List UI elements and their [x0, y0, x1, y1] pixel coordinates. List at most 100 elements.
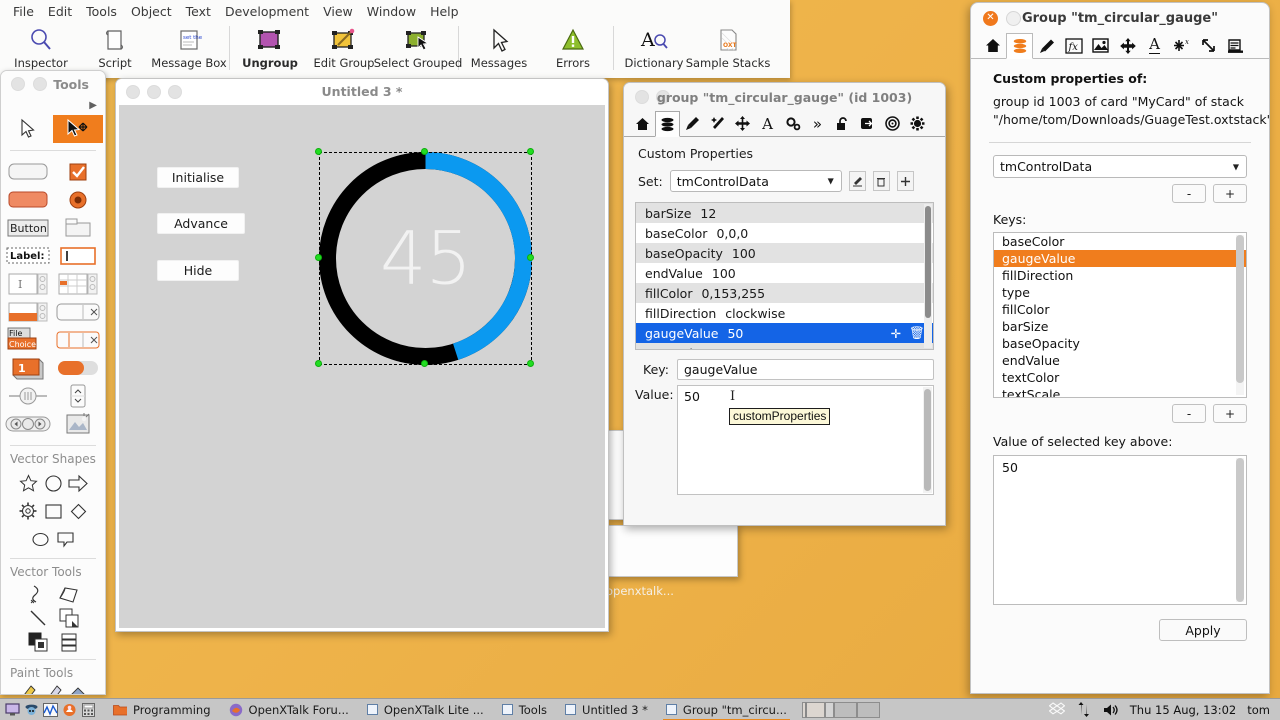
tab-target[interactable] [880, 111, 905, 136]
resize-handle-bottom-center[interactable] [421, 360, 428, 367]
taskbar-user[interactable]: tom [1247, 703, 1270, 717]
key-row-2[interactable]: fillDirection [994, 267, 1246, 284]
property-delete-icon[interactable]: 🗑 [909, 325, 925, 341]
tool-text-entry-field[interactable] [53, 242, 103, 270]
custom-properties-titlebar[interactable]: group "tm_circular_gauge" (id 1003) [624, 83, 945, 111]
tool-speech-shape[interactable] [53, 525, 78, 553]
key-row-8[interactable]: textColor [994, 369, 1246, 386]
workspace-1[interactable] [801, 701, 825, 718]
tool-push-button[interactable] [3, 186, 53, 214]
tool-segmented-control[interactable] [53, 326, 103, 354]
button-hide[interactable]: Hide [157, 260, 239, 281]
key-row-9[interactable]: textScale [994, 386, 1246, 397]
tab-more[interactable]: » [805, 111, 830, 136]
tool-curve[interactable] [22, 582, 53, 606]
workspace-4[interactable] [856, 701, 880, 718]
property-row-1[interactable]: baseColor 0,0,0 [636, 223, 933, 243]
remove-key-button[interactable]: - [1172, 404, 1206, 423]
keys-list-scrollbar[interactable] [1236, 235, 1244, 395]
set-dropdown[interactable]: tmControlData ▼ [669, 170, 842, 192]
value-scroll-thumb[interactable] [924, 389, 931, 491]
background-window-lower[interactable] [608, 525, 738, 577]
monitor-graph-icon[interactable] [42, 702, 58, 718]
toolbar-button-ungroup[interactable]: Ungroup [233, 22, 307, 76]
tool-standard-button[interactable]: Button [3, 214, 53, 242]
tool-browse[interactable] [3, 115, 53, 143]
button-initialise[interactable]: Initialise [157, 167, 239, 188]
taskbar-task-openxtalk-lite[interactable]: OpenXTalk Lite ... [358, 699, 493, 720]
menu-item-text[interactable]: Text [179, 2, 218, 21]
apply-button[interactable]: Apply [1159, 619, 1247, 641]
menu-item-edit[interactable]: Edit [41, 2, 79, 21]
key-row-0[interactable]: baseColor [994, 233, 1246, 250]
tab-effects[interactable] [705, 111, 730, 136]
add-set-button[interactable]: + [1213, 184, 1247, 203]
tool-slider-control[interactable] [3, 382, 53, 410]
tool-diamond-shape[interactable] [66, 497, 91, 525]
inspector-tab-size[interactable] [1195, 33, 1222, 58]
property-row-2[interactable]: baseOpacity 100 [636, 243, 933, 263]
workspace-pager[interactable] [801, 701, 880, 718]
tool-table-field[interactable] [53, 270, 103, 298]
display-icon[interactable] [4, 702, 20, 718]
tool-label-field[interactable]: Label: [3, 242, 53, 270]
tab-behaviours[interactable] [780, 111, 805, 136]
set-add-button[interactable] [896, 171, 914, 191]
toolbar-button-script[interactable]: Script [78, 22, 152, 76]
key-input[interactable]: gaugeValue [677, 359, 934, 380]
tool-layers[interactable] [53, 630, 84, 654]
menu-item-object[interactable]: Object [124, 2, 179, 21]
inspector-value-scroll-thumb[interactable] [1236, 458, 1244, 602]
taskbar-task-tools[interactable]: Tools [493, 699, 556, 720]
toolbar-button-sample-stacks[interactable]: OXT Sample Stacks [686, 22, 770, 76]
explorer-icon[interactable] [61, 702, 77, 718]
tool-polygon[interactable] [53, 582, 84, 606]
toolbar-button-errors[interactable]: Errors [536, 22, 610, 76]
key-row-5[interactable]: barSize [994, 318, 1246, 335]
tool-browser-widget[interactable] [53, 410, 103, 438]
tool-brush[interactable] [41, 683, 66, 694]
tools-palette-titlebar[interactable]: Tools [1, 71, 105, 97]
toolbar-button-edit-group[interactable]: Edit Group [307, 22, 381, 76]
tool-progress-field[interactable] [3, 298, 53, 326]
property-row-0[interactable]: barSize 12 [636, 203, 933, 223]
tool-rectangle-shape[interactable] [41, 497, 66, 525]
tool-rounded-oval-shape[interactable] [28, 525, 53, 553]
tool-back-layer[interactable] [22, 630, 53, 654]
custom-properties-list[interactable]: barSize 12 baseColor 0,0,0 baseOpacity 1… [635, 202, 934, 350]
tool-tab-button[interactable]: 1 [3, 354, 53, 382]
add-key-button[interactable]: + [1213, 404, 1247, 423]
resize-handle-bottom-right[interactable] [527, 360, 534, 367]
properties-list-scrollbar[interactable] [924, 204, 932, 348]
tab-settings[interactable] [905, 111, 930, 136]
tool-radio-button[interactable] [53, 186, 103, 214]
tab-text[interactable]: A [755, 111, 780, 136]
tool-line[interactable] [22, 606, 53, 630]
menu-item-file[interactable]: File [6, 2, 41, 21]
inspector-tab-position[interactable] [1114, 33, 1141, 58]
tab-send[interactable] [855, 111, 880, 136]
taskbar-task-untitled-3[interactable]: Untitled 3 * [556, 699, 657, 720]
inspector-tab-basic[interactable] [979, 33, 1006, 58]
tool-front-layer[interactable] [53, 606, 84, 630]
tab-lock[interactable] [830, 111, 855, 136]
inspector-tab-blend[interactable]: x [1168, 33, 1195, 58]
dropbox-icon[interactable] [1048, 702, 1065, 718]
tool-pencil[interactable] [16, 683, 41, 694]
menu-item-view[interactable]: View [316, 2, 360, 21]
inspector-value-scrollbar[interactable] [1236, 458, 1244, 602]
tool-spinner-control[interactable] [53, 382, 103, 410]
property-row-6-selected[interactable]: gaugeValue 50 ✛ 🗑 [636, 323, 933, 343]
tab-colors[interactable] [680, 111, 705, 136]
tool-scrolling-field[interactable]: I [3, 270, 53, 298]
resize-handle-middle-left[interactable] [315, 254, 322, 261]
menu-item-window[interactable]: Window [360, 2, 423, 21]
taskbar-task-openxtalk-forum[interactable]: OpenXTalk Foru... [220, 699, 358, 720]
resize-handle-top-left[interactable] [315, 148, 322, 155]
resize-handle-middle-right[interactable] [527, 254, 534, 261]
tools-expand-arrow-icon[interactable]: ▶ [1, 97, 105, 113]
workspace-2[interactable] [824, 701, 834, 718]
tool-oval-shape[interactable] [41, 469, 66, 497]
key-row-6[interactable]: baseOpacity [994, 335, 1246, 352]
taskbar-clock[interactable]: Thu 15 Aug, 13:02 [1130, 703, 1236, 717]
